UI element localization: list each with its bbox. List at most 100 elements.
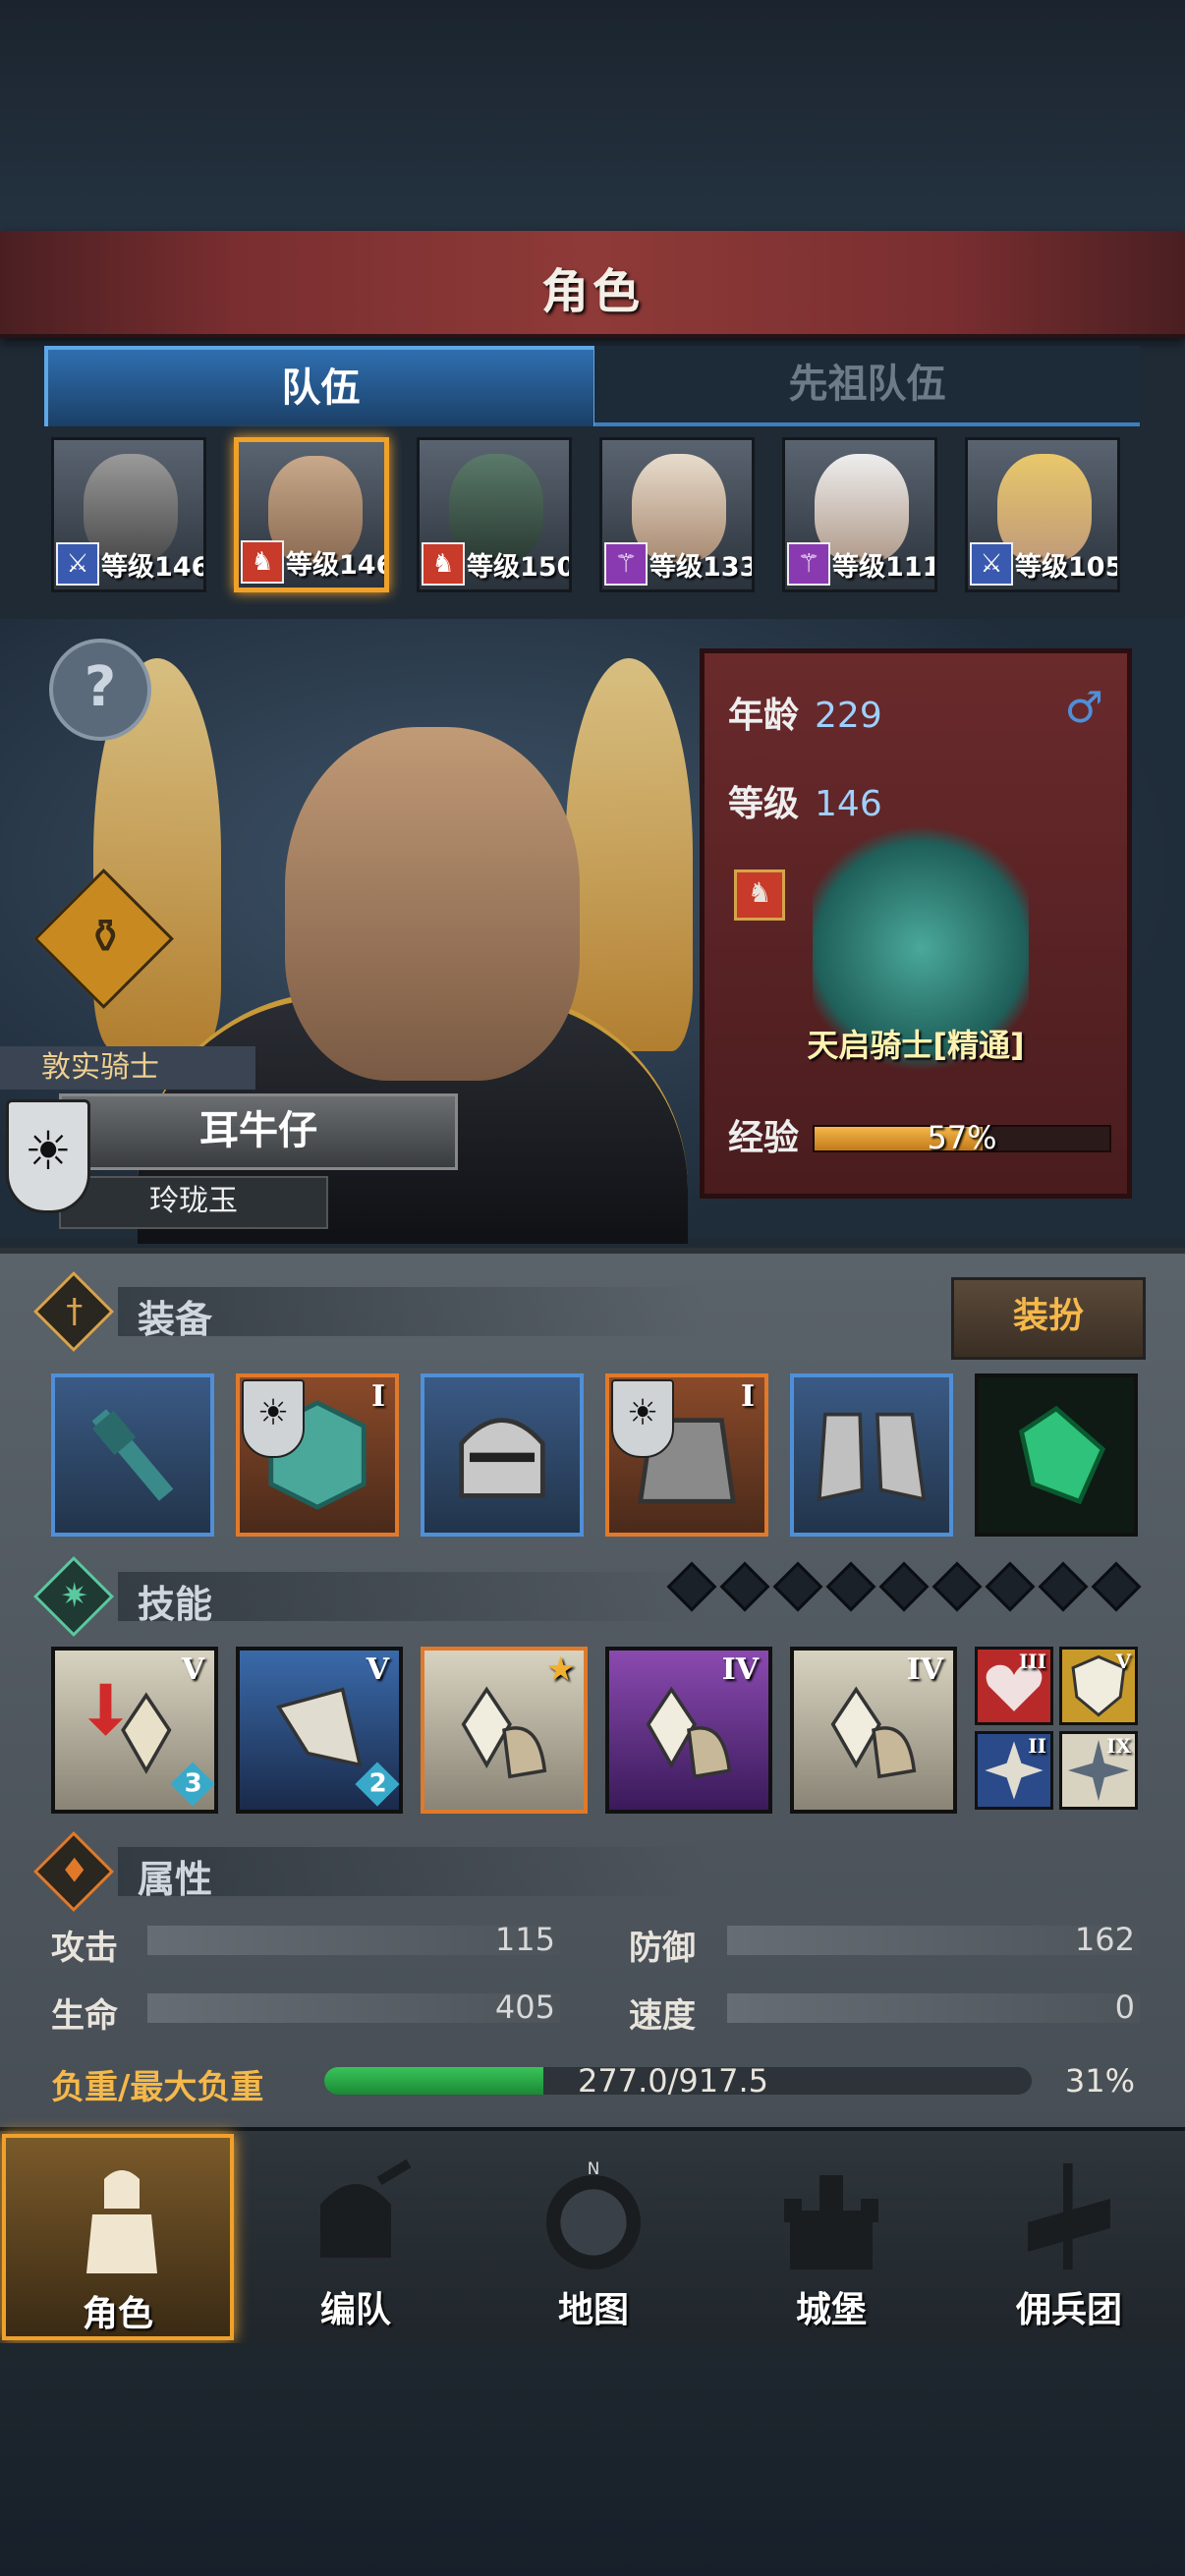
equip-slot-accessory[interactable] [975,1373,1138,1537]
load-value: 277.0/917.5 [578,2062,768,2100]
xp-percent: 57% [927,1119,997,1156]
flame-icon: ♦ [32,1830,115,1913]
potion-icon: ⚱ [85,909,126,965]
age-row: 年龄 229 [728,687,882,738]
team-member-1[interactable]: ⚔ 等级146 [51,437,206,592]
equip-slot-weapon[interactable] [51,1373,214,1537]
skill-slot-5[interactable]: IV [790,1647,957,1814]
skill-slot-3[interactable]: ★ [421,1647,588,1814]
team-member-5[interactable]: ⚚ 等级111 [782,437,937,592]
crystal-purple-icon [646,1686,732,1779]
speed-value: 0 [1114,1988,1135,2026]
page-title: 角色 [540,264,644,319]
equip-slot-helmet[interactable] [421,1373,584,1537]
attributes-title: 属性 [138,1858,213,1901]
equipment-title: 装备 [138,1298,213,1341]
nav-map[interactable]: N 地图 [478,2134,709,2340]
skill-slot-4[interactable]: IV [605,1647,772,1814]
team-member-6[interactable]: ⚔ 等级105 [965,437,1120,592]
passive-skill-2[interactable]: V [1059,1647,1138,1725]
skills-title: 技能 [138,1583,213,1626]
horse-icon: ♞ [422,542,465,586]
nav-character[interactable]: 角色 [2,2134,234,2340]
dagger-icon: † [32,1270,115,1353]
wing-right [565,658,693,1051]
equip-slot-boots[interactable] [790,1373,953,1537]
team-portraits: ⚔ 等级146 ♞ 等级146 ♞ 等级150 ⚚ 等级133 ⚚ 等级111 … [51,437,1142,599]
help-button[interactable]: ? [49,639,151,741]
title-bar: 角色 [0,231,1185,338]
attack-value: 115 [494,1921,555,1958]
passive-skill-3[interactable]: II [975,1731,1053,1810]
skill-slot-1[interactable]: V 3 [51,1647,218,1814]
staff-icon: ⚚ [604,542,648,586]
tier-label: III [1018,1650,1046,1673]
crystal-heal-icon [87,1683,172,1774]
staff-icon: ⚚ [787,542,830,586]
equip-slot-shield[interactable]: ☀ I [236,1373,399,1537]
boots-icon [817,1412,927,1502]
helmet-icon [320,2158,412,2258]
age-value: 229 [815,696,882,736]
mace-icon [91,1409,174,1501]
star-icon: ✷ [32,1555,115,1638]
knight-icon [86,2170,157,2273]
team-member-2[interactable]: ♞ 等级146 [234,437,389,592]
member-level: 等级146 [286,550,389,581]
member-level: 等级146 [101,552,206,583]
passive-skill-1[interactable]: III [975,1647,1053,1725]
tier-label: I [370,1379,385,1414]
tier-label: II [1028,1734,1046,1758]
team-member-3[interactable]: ♞ 等级150 [417,437,572,592]
character-title: 敦实骑士 [0,1046,255,1090]
load-label: 负重/最大负重 [51,2068,264,2107]
nav-label: 角色 [82,2294,153,2334]
svg-text:N: N [588,2158,600,2178]
nav-label: 地图 [557,2290,629,2330]
nav-castle[interactable]: 城堡 [715,2134,947,2340]
skill-count: 2 [355,1762,400,1807]
banner-icon [1028,2163,1110,2269]
xp-bar: 57% [813,1119,1111,1156]
tier-label: I [740,1379,755,1414]
tier-label: IV [721,1652,759,1687]
team-tabs: 队伍 先祖队伍 [44,346,1145,426]
sword-break-icon [275,1687,363,1767]
tab-team[interactable]: 队伍 [44,346,597,426]
attributes-header: ♦ 属性 [32,1830,1140,1913]
passive-skill-4[interactable]: IX [1059,1731,1138,1810]
hero-portrait [285,727,580,1081]
nav-formation[interactable]: 编队 [240,2134,472,2340]
member-level: 等级133 [649,552,755,583]
class-name: 天启骑士[精通] [807,1027,1025,1064]
helmet-icon [459,1418,545,1498]
character-nameplate: 敦实骑士 耳牛仔 玲珑玉 ☀ [0,1046,462,1233]
top-background [0,0,1185,231]
equip-slot-armor[interactable]: ☀ I [605,1373,768,1537]
xp-label: 经验 [728,1118,800,1158]
hp-value: 405 [494,1988,555,2026]
sun-crest-icon: ☀ [6,1099,90,1213]
crystal-icon [1018,1405,1106,1505]
castle-icon [784,2175,878,2269]
character-subname: 玲珑玉 [59,1176,328,1229]
dress-up-button[interactable]: 装扮 [951,1277,1146,1360]
character-name[interactable]: 耳牛仔 [59,1093,458,1170]
male-icon: ♂ [1064,683,1103,733]
bottom-background [0,2343,1185,2576]
tab-ancestor-team[interactable]: 先祖队伍 [594,346,1140,426]
nav-label: 编队 [319,2290,391,2330]
age-label: 年龄 [728,696,800,736]
skill-slot-2[interactable]: V 2 [236,1647,403,1814]
star-icon: ★ [547,1652,574,1687]
team-member-4[interactable]: ⚚ 等级133 [599,437,755,592]
nav-mercenaries[interactable]: 佣兵团 [953,2134,1185,2340]
nav-label: 佣兵团 [1015,2290,1122,2330]
sword-icon: ⚔ [970,542,1013,586]
load-bar-fill [324,2067,544,2095]
sun-crest-icon: ☀ [242,1379,305,1458]
member-level: 等级150 [467,552,572,583]
sun-crest-icon: ☀ [611,1379,674,1458]
tier-label: IX [1106,1734,1131,1758]
crystal-grey-icon [830,1686,917,1779]
